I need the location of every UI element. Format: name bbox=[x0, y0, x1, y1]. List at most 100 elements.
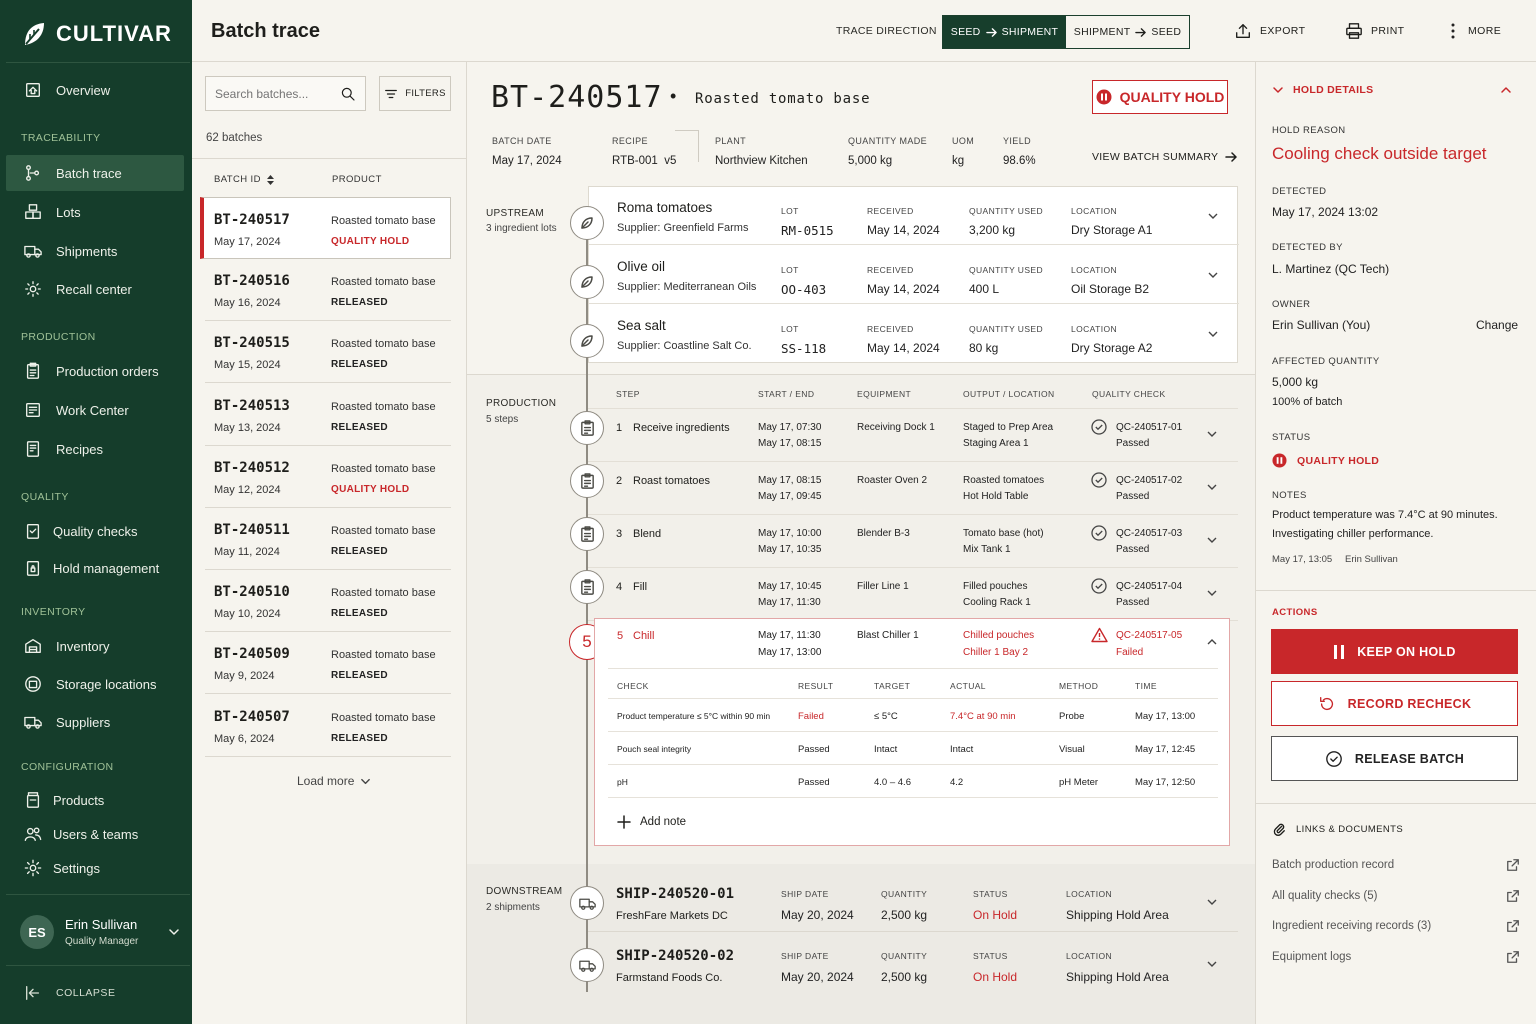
truck-icon bbox=[24, 245, 42, 258]
sidebar-item-production-orders[interactable]: Production orders bbox=[6, 353, 184, 389]
shipment-row[interactable]: SHIP-240520-01 FreshFare Markets DC SHIP D… bbox=[588, 870, 1238, 932]
section-production: PRODUCTION bbox=[21, 331, 96, 343]
shipment-id[interactable]: SHIP-240520-01 bbox=[616, 886, 734, 902]
meta-value: kg bbox=[952, 155, 965, 167]
document-link[interactable]: All quality checks (5) bbox=[1272, 889, 1520, 903]
record-recheck-button[interactable]: RECORD RECHECK bbox=[1271, 681, 1518, 726]
chevron-down-icon[interactable] bbox=[1205, 957, 1219, 971]
batch-id: BT-240516 bbox=[214, 273, 290, 290]
search-icon[interactable] bbox=[340, 86, 356, 102]
document-link[interactable]: Ingredient receiving records (3) bbox=[1272, 919, 1520, 933]
sidebar-item-products[interactable]: Products bbox=[6, 782, 184, 818]
sidebar-item-label: Lots bbox=[56, 204, 81, 220]
chevron-down-icon[interactable] bbox=[1206, 268, 1220, 282]
qc-id[interactable]: QC-240517-04 bbox=[1116, 581, 1182, 592]
qc-id[interactable]: QC-240517-03 bbox=[1116, 528, 1182, 539]
qc-id[interactable]: QC-240517-01 bbox=[1116, 422, 1182, 433]
col-qty-label: QUANTITY USED bbox=[969, 265, 1043, 275]
sidebar-item-hold-management[interactable]: Hold management bbox=[6, 550, 184, 586]
chevron-down-icon[interactable] bbox=[1205, 533, 1219, 547]
qc-id[interactable]: QC-240517-05 bbox=[1116, 630, 1182, 641]
document-link[interactable]: Batch production record bbox=[1272, 858, 1520, 872]
ingredient-node bbox=[570, 324, 604, 358]
shipment-location: Shipping Hold Area bbox=[1066, 970, 1169, 984]
sidebar-item-settings[interactable]: Settings bbox=[6, 850, 184, 886]
sidebar-item-overview[interactable]: Overview bbox=[6, 72, 184, 108]
keep-on-hold-button[interactable]: KEEP ON HOLD bbox=[1271, 629, 1518, 674]
direction-shipment-to-seed[interactable]: SHIPMENT SEED bbox=[1066, 16, 1189, 48]
batch-product: Roasted tomato base bbox=[331, 215, 436, 227]
ingredient-lot[interactable]: OO-403 bbox=[781, 282, 826, 297]
note-line: Investigating chiller performance. bbox=[1272, 528, 1434, 540]
document-link[interactable]: Equipment logs bbox=[1272, 950, 1520, 964]
print-button[interactable]: PRINT bbox=[1345, 22, 1405, 40]
collapse-button[interactable]: COLLAPSE bbox=[24, 984, 115, 1002]
export-button[interactable]: EXPORT bbox=[1234, 22, 1305, 40]
sidebar-item-work-center[interactable]: Work Center bbox=[6, 392, 184, 428]
direction-seed-to-shipment[interactable]: SEED SHIPMENT bbox=[943, 16, 1066, 48]
list-item-batch[interactable]: BT-240516 May 16, 2024 Roasted tomato base… bbox=[205, 259, 451, 322]
filters-button[interactable]: FILTERS bbox=[379, 76, 451, 111]
user-menu[interactable]: ES Erin Sullivan Quality Manager bbox=[20, 912, 180, 952]
sidebar-item-batch-trace[interactable]: Batch trace bbox=[6, 155, 184, 191]
settings-gear-icon bbox=[24, 859, 42, 877]
chevron-down-icon[interactable] bbox=[1206, 327, 1220, 341]
chevron-down-icon[interactable] bbox=[1205, 427, 1219, 441]
meta-value: 5,000 kg bbox=[848, 155, 893, 167]
sidebar-item-lots[interactable]: Lots bbox=[6, 194, 184, 230]
list-item-batch[interactable]: BT-240509 May 9, 2024 Roasted tomato base R… bbox=[205, 632, 451, 695]
step-row[interactable]: 2 Roast tomatoes May 17, 08:15 May 17, 09:4… bbox=[588, 462, 1238, 515]
chevron-down-icon[interactable] bbox=[1205, 895, 1219, 909]
sidebar-item-recall-center[interactable]: Recall center bbox=[6, 271, 184, 307]
step-location: Hot Hold Table bbox=[963, 491, 1029, 502]
sidebar-item-shipments[interactable]: Shipments bbox=[6, 233, 184, 269]
ingredient-lot[interactable]: SS-118 bbox=[781, 341, 826, 356]
chevron-down-icon[interactable] bbox=[1206, 209, 1220, 223]
change-owner-link[interactable]: Change bbox=[1476, 318, 1518, 332]
ingredient-row[interactable]: Sea salt Supplier: Coastline Salt Co. LOT S… bbox=[589, 305, 1239, 363]
chevron-up-icon[interactable] bbox=[1206, 636, 1218, 648]
shipment-id[interactable]: SHIP-240520-02 bbox=[616, 948, 734, 964]
shipment-row[interactable]: SHIP-240520-02 Farmstand Foods Co. SHIP DA… bbox=[588, 932, 1238, 994]
batch-date: May 12, 2024 bbox=[214, 483, 281, 496]
load-more-button[interactable]: Load more bbox=[297, 774, 371, 788]
sidebar-item-suppliers[interactable]: Suppliers bbox=[6, 704, 184, 740]
check-result: Passed bbox=[798, 744, 830, 755]
add-note-button[interactable]: Add note bbox=[617, 815, 686, 829]
qc-id[interactable]: QC-240517-02 bbox=[1116, 475, 1182, 486]
list-item-batch[interactable]: BT-240510 May 10, 2024 Roasted tomato base… bbox=[205, 570, 451, 633]
column-header-batch-id[interactable]: BATCH ID bbox=[214, 174, 274, 185]
release-batch-button[interactable]: RELEASE BATCH bbox=[1271, 736, 1518, 781]
ingredient-row[interactable]: Roma tomatoes Supplier: Greenfield Farms L… bbox=[589, 187, 1239, 245]
sidebar-item-inventory[interactable]: Inventory bbox=[6, 628, 184, 664]
ingredient-lot[interactable]: RM-0515 bbox=[781, 223, 834, 238]
ingredient-row[interactable]: Olive oil Supplier: Mediterranean Oils LOT… bbox=[589, 246, 1239, 304]
chevron-up-icon[interactable] bbox=[1500, 84, 1512, 96]
more-button[interactable]: MORE bbox=[1446, 22, 1501, 40]
search-input[interactable] bbox=[215, 86, 333, 101]
chevron-down-icon[interactable] bbox=[1205, 480, 1219, 494]
sidebar-item-storage-locations[interactable]: Storage locations bbox=[6, 666, 184, 702]
list-item-batch[interactable]: BT-240511 May 11, 2024 Roasted tomato base… bbox=[205, 508, 451, 570]
list-item-batch[interactable]: BT-240515 May 15, 2024 Roasted tomato base… bbox=[205, 321, 451, 384]
chevron-down-icon[interactable] bbox=[1205, 586, 1219, 600]
brand-logo[interactable]: CULTIVAR bbox=[22, 18, 172, 50]
sidebar-item-users-teams[interactable]: Users & teams bbox=[6, 816, 184, 852]
sidebar-item-label: Inventory bbox=[56, 638, 110, 654]
upstream-label: UPSTREAM bbox=[486, 208, 544, 219]
sidebar-item-recipes[interactable]: Recipes bbox=[6, 431, 184, 467]
list-item-batch[interactable]: BT-240517 May 17, 2024 Roasted tomato base… bbox=[200, 197, 451, 259]
view-batch-summary-link[interactable]: VIEW BATCH SUMMARY bbox=[1092, 151, 1238, 163]
hold-details-toggle[interactable]: HOLD DETAILS bbox=[1272, 84, 1373, 96]
list-item-batch[interactable]: BT-240507 May 6, 2024 Roasted tomato base R… bbox=[205, 695, 451, 757]
step-row[interactable]: 1 Receive ingredients May 17, 07:30 May 17,… bbox=[588, 409, 1238, 462]
col-location-label: LOCATION bbox=[1066, 951, 1113, 961]
list-item-batch[interactable]: BT-240513 May 13, 2024 Roasted tomato base… bbox=[205, 384, 451, 446]
step-row[interactable]: 4 Fill May 17, 10:45 May 17, 11:30 Filler Li… bbox=[588, 568, 1238, 621]
step-row[interactable]: 3 Blend May 17, 10:00 May 17, 10:35 Blender … bbox=[588, 515, 1238, 568]
check-time: May 17, 13:00 bbox=[1135, 711, 1196, 722]
list-item-batch[interactable]: BT-240512 May 12, 2024 Roasted tomato base… bbox=[205, 446, 451, 508]
quality-hold-badge[interactable]: QUALITY HOLD bbox=[1092, 80, 1228, 114]
sidebar-item-quality-checks[interactable]: Quality checks bbox=[6, 513, 184, 549]
panel-divider bbox=[1256, 590, 1536, 591]
